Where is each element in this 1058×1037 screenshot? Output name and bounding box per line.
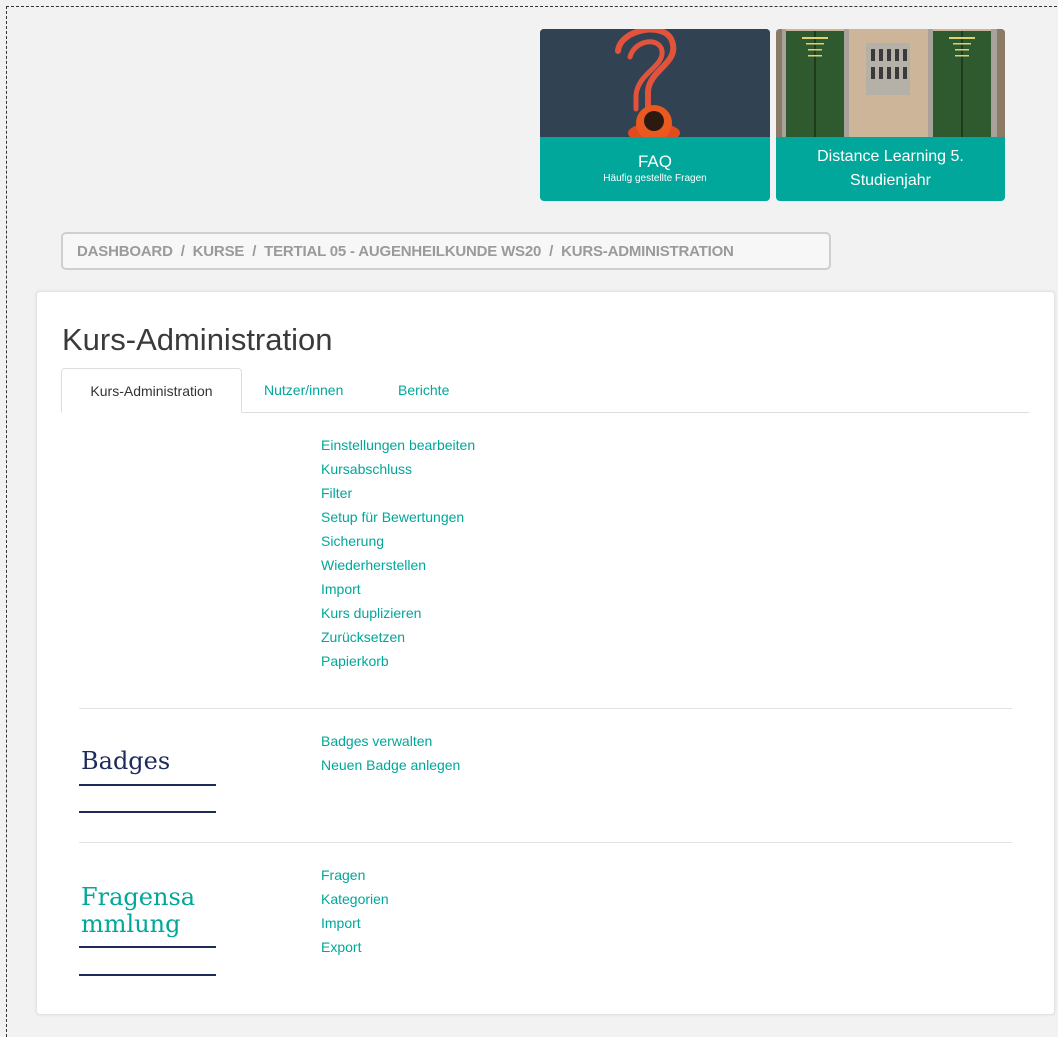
fragensammlung-heading[interactable]: Fragensa mmlung [81, 884, 217, 938]
link-import-fragen[interactable]: Import [321, 911, 389, 935]
tab-nutzer-innen[interactable]: Nutzer/innen [264, 368, 343, 412]
breadcrumb-separator: / [180, 242, 185, 260]
tab-bar: Kurs-Administration Nutzer/innen Bericht… [61, 368, 1029, 413]
badges-heading: Badges [81, 747, 171, 775]
distance-learning-title-2: Studienjahr [850, 172, 931, 189]
link-kategorien[interactable]: Kategorien [321, 887, 389, 911]
link-filter[interactable]: Filter [321, 481, 475, 505]
fragensammlung-heading-line1: Fragensa [81, 883, 196, 911]
link-fragen[interactable]: Fragen [321, 863, 389, 887]
section-divider [79, 842, 1012, 843]
link-einstellungen-bearbeiten[interactable]: Einstellungen bearbeiten [321, 433, 475, 457]
breadcrumb-separator: / [252, 242, 257, 260]
faq-title: FAQ [637, 152, 672, 171]
link-import[interactable]: Import [321, 577, 475, 601]
breadcrumb: DASHBOARD / KURSE / TERTIAL 05 - AUGENHE… [61, 232, 831, 270]
question-mark-coffee-image [540, 29, 770, 137]
link-kursabschluss[interactable]: Kursabschluss [321, 457, 475, 481]
breadcrumb-course[interactable]: TERTIAL 05 - AUGENHEILKUNDE WS20 [264, 243, 541, 260]
breadcrumb-current[interactable]: KURS-ADMINISTRATION [561, 243, 734, 260]
elevator-doors-image [776, 29, 1005, 137]
heading-underline [79, 784, 216, 786]
link-sicherung[interactable]: Sicherung [321, 529, 475, 553]
fragensammlung-links: Fragen Kategorien Import Export [321, 863, 389, 959]
distance-learning-title-1: Distance Learning 5. [817, 148, 964, 165]
main-card: Kurs-Administration Kurs-Administration … [36, 291, 1055, 1015]
course-admin-links: Einstellungen bearbeiten Kursabschluss F… [321, 433, 475, 673]
heading-underline [79, 946, 216, 948]
link-wiederherstellen[interactable]: Wiederherstellen [321, 553, 475, 577]
tab-berichte[interactable]: Berichte [398, 368, 449, 412]
page-title: Kurs-Administration [62, 322, 333, 357]
link-papierkorb[interactable]: Papierkorb [321, 649, 475, 673]
link-zuruecksetzen[interactable]: Zurücksetzen [321, 625, 475, 649]
link-export[interactable]: Export [321, 935, 389, 959]
section-divider [79, 708, 1012, 709]
link-setup-bewertungen[interactable]: Setup für Bewertungen [321, 505, 475, 529]
faq-tile[interactable]: FAQ Häufig gestellte Fragen [540, 29, 770, 201]
fragensammlung-heading-line2: mmlung [81, 910, 181, 938]
link-neuen-badge-anlegen[interactable]: Neuen Badge anlegen [321, 753, 460, 777]
link-kurs-duplizieren[interactable]: Kurs duplizieren [321, 601, 475, 625]
breadcrumb-separator: / [549, 242, 554, 260]
heading-underline [79, 974, 216, 976]
faq-subtitle: Häufig gestellte Fragen [603, 173, 707, 184]
link-badges-verwalten[interactable]: Badges verwalten [321, 729, 460, 753]
heading-underline [79, 811, 216, 813]
tab-kurs-administration[interactable]: Kurs-Administration [61, 368, 242, 413]
badges-links: Badges verwalten Neuen Badge anlegen [321, 729, 460, 777]
breadcrumb-kurse[interactable]: KURSE [193, 243, 245, 260]
distance-learning-tile[interactable]: Distance Learning 5. Studienjahr [776, 29, 1005, 201]
breadcrumb-dashboard[interactable]: DASHBOARD [77, 243, 173, 260]
